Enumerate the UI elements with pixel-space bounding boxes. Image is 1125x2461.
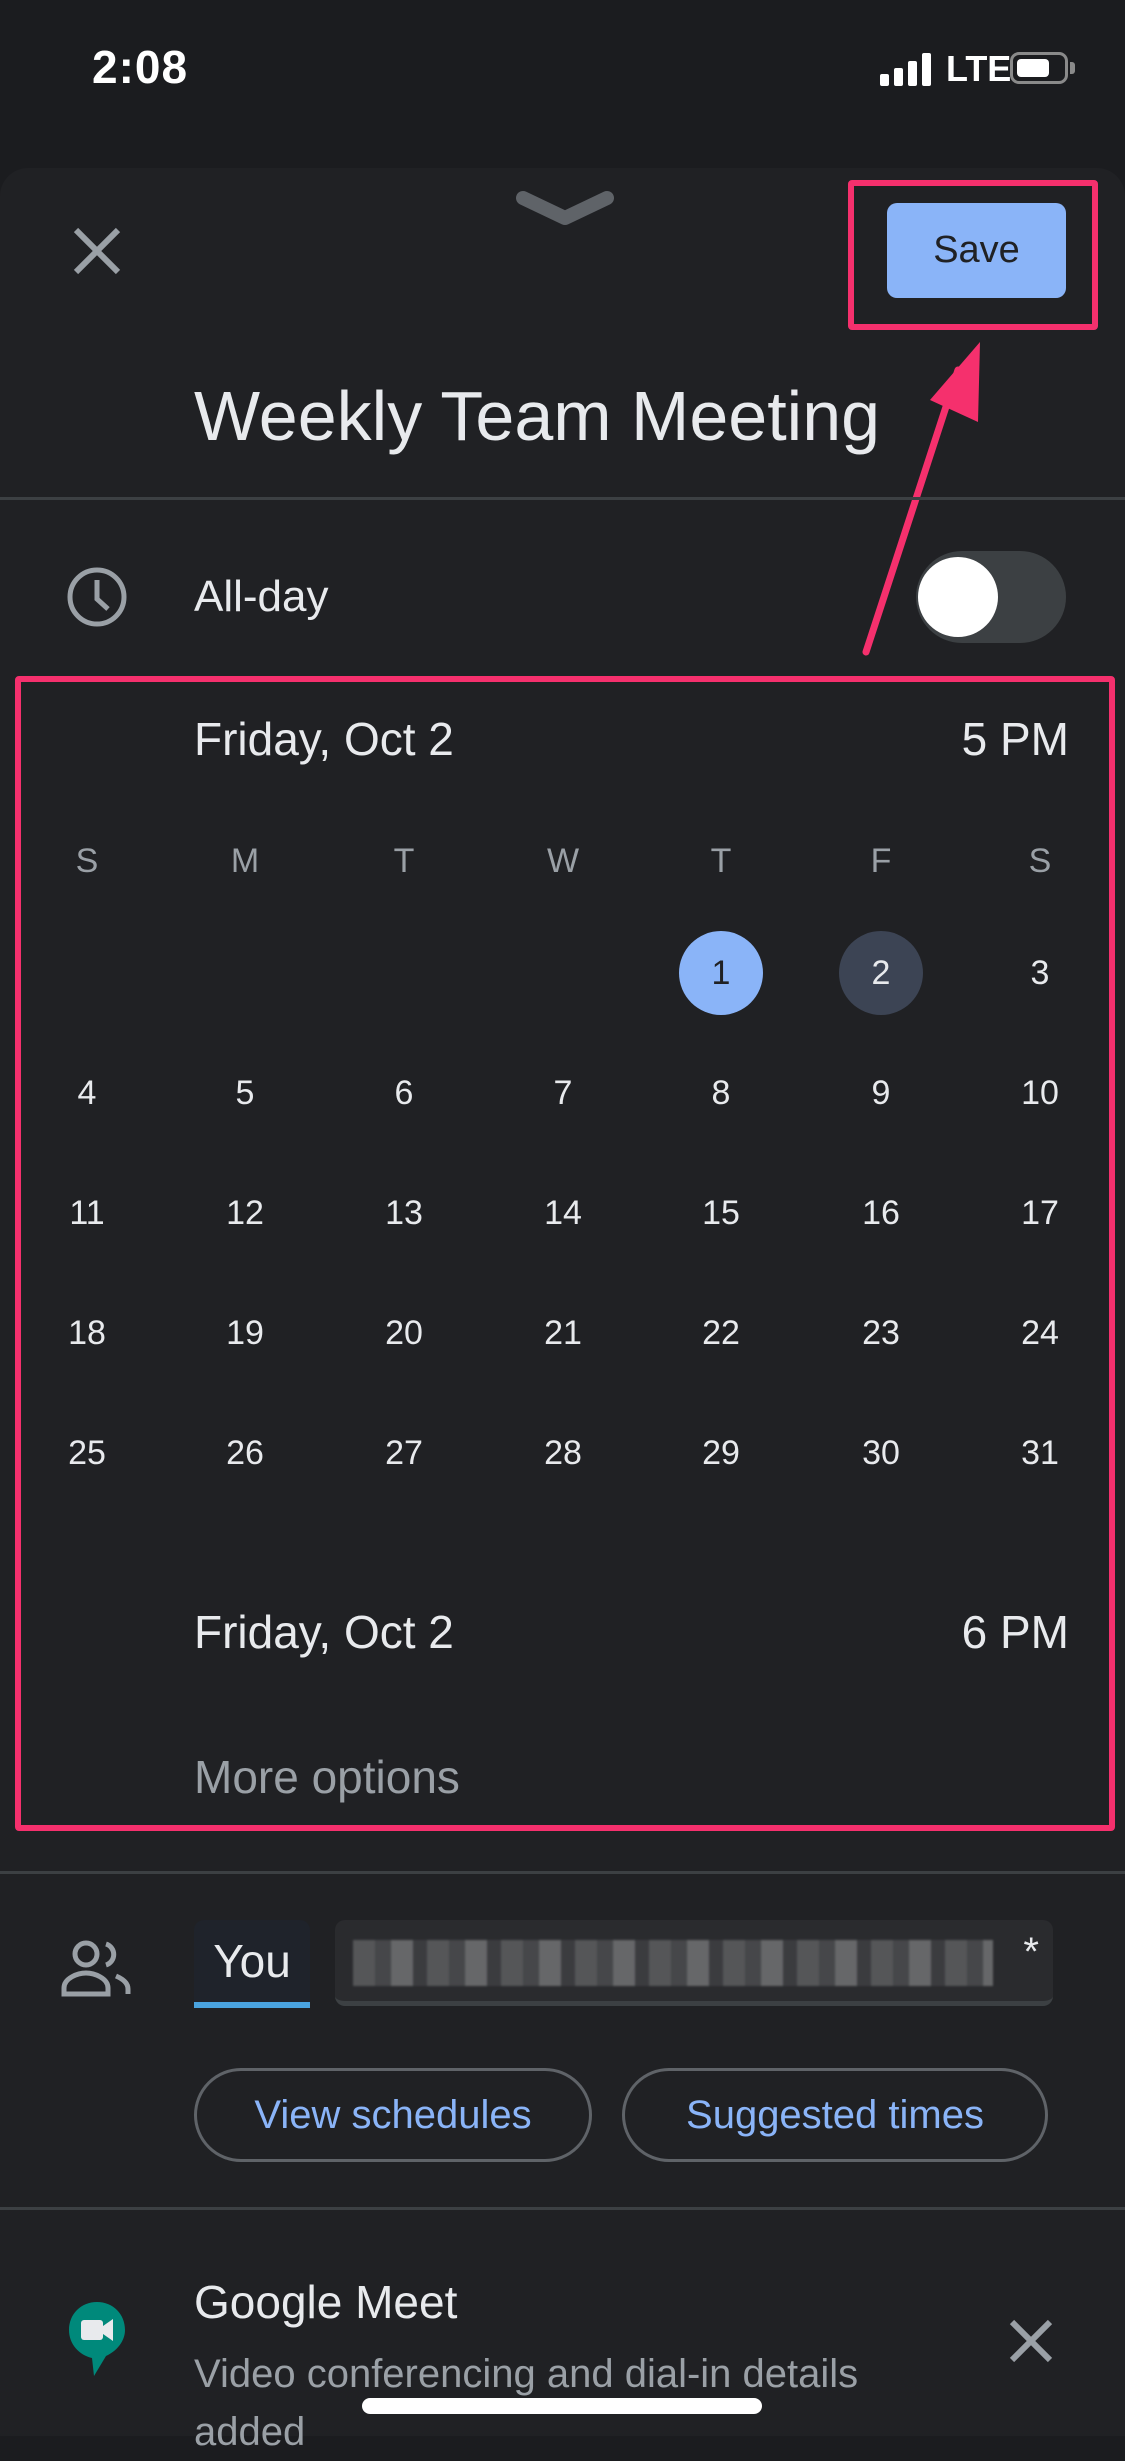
calendar-day[interactable]: 10 <box>998 1051 1082 1135</box>
event-title[interactable]: Weekly Team Meeting <box>194 376 880 456</box>
collapse-sheet-button[interactable] <box>515 190 615 230</box>
start-row: Friday, Oct 2 5 PM <box>194 712 1069 766</box>
close-icon <box>1009 2319 1053 2363</box>
calendar-day[interactable]: 28 <box>521 1411 605 1495</box>
calendar-day[interactable]: 13 <box>362 1171 446 1255</box>
weekday-label: S <box>75 842 99 880</box>
calendar-day[interactable]: 19 <box>203 1291 287 1375</box>
clock-icon <box>67 567 127 627</box>
close-button[interactable] <box>60 214 134 288</box>
end-time[interactable]: 6 PM <box>962 1605 1069 1659</box>
weekday-label: T <box>710 842 732 880</box>
calendar-day[interactable]: 11 <box>45 1171 129 1255</box>
start-time[interactable]: 5 PM <box>962 712 1069 766</box>
calendar-day[interactable]: 30 <box>839 1411 923 1495</box>
conferencing-title: Google Meet <box>194 2276 458 2328</box>
network-type: LTE <box>946 48 1012 89</box>
calendar-day[interactable]: 15 <box>679 1171 763 1255</box>
all-day-toggle[interactable] <box>916 551 1066 643</box>
close-icon <box>73 227 121 275</box>
divider <box>0 1871 1125 1874</box>
weekday-label: F <box>870 842 892 880</box>
weekday-label: W <box>546 842 580 880</box>
calendar-day[interactable]: 26 <box>203 1411 287 1495</box>
status-time: 2:08 <box>92 41 189 93</box>
divider <box>0 497 1125 500</box>
all-day-label: All-day <box>194 572 329 621</box>
calendar-day[interactable]: 29 <box>679 1411 763 1495</box>
toggle-knob <box>918 557 998 637</box>
end-row: Friday, Oct 2 6 PM <box>194 1605 1069 1659</box>
calendar-day[interactable]: 18 <box>45 1291 129 1375</box>
calendar-day[interactable]: 31 <box>998 1411 1082 1495</box>
google-meet-icon <box>69 2302 125 2376</box>
weekday-label: M <box>230 842 260 880</box>
calendar-day[interactable]: 20 <box>362 1291 446 1375</box>
calendar-day[interactable]: 17 <box>998 1171 1082 1255</box>
people-icon <box>61 1940 131 1997</box>
home-indicator[interactable] <box>362 2398 762 2414</box>
end-date[interactable]: Friday, Oct 2 <box>194 1605 454 1659</box>
battery-tip <box>1070 62 1075 74</box>
guest-chip-you[interactable]: You <box>194 1920 310 2008</box>
calendar-day[interactable]: 3 <box>998 931 1082 1015</box>
calendar-day[interactable]: 24 <box>998 1291 1082 1375</box>
redacted-email <box>353 1940 993 1986</box>
start-date[interactable]: Friday, Oct 2 <box>194 712 454 766</box>
required-marker: * <box>1023 1930 1039 1974</box>
divider <box>0 2207 1125 2210</box>
calendar-day[interactable]: 6 <box>362 1051 446 1135</box>
weekday-label: T <box>393 842 415 880</box>
calendar-day-selected[interactable]: 2 <box>839 931 923 1015</box>
guest-input[interactable]: * <box>335 1920 1053 2006</box>
calendar-day[interactable]: 23 <box>839 1291 923 1375</box>
calendar-day[interactable]: 7 <box>521 1051 605 1135</box>
calendar-day[interactable]: 16 <box>839 1171 923 1255</box>
calendar-day[interactable]: 25 <box>45 1411 129 1495</box>
battery-icon <box>1010 52 1068 84</box>
calendar-day[interactable]: 4 <box>45 1051 129 1135</box>
calendar-day[interactable]: 14 <box>521 1171 605 1255</box>
calendar-day[interactable]: 12 <box>203 1171 287 1255</box>
save-button[interactable]: Save <box>887 203 1066 298</box>
calendar-day[interactable]: 21 <box>521 1291 605 1375</box>
calendar-day-today[interactable]: 1 <box>679 931 763 1015</box>
view-schedules-button[interactable]: View schedules <box>194 2068 592 2162</box>
calendar-day[interactable]: 8 <box>679 1051 763 1135</box>
calendar-day[interactable]: 9 <box>839 1051 923 1135</box>
calendar-day[interactable]: 22 <box>679 1291 763 1375</box>
remove-conferencing-button[interactable] <box>1000 2310 1062 2372</box>
weekday-label: S <box>1028 842 1052 880</box>
calendar-day[interactable]: 27 <box>362 1411 446 1495</box>
calendar-day[interactable]: 5 <box>203 1051 287 1135</box>
battery-level <box>1017 59 1049 77</box>
signal-icon <box>880 52 934 86</box>
suggested-times-button[interactable]: Suggested times <box>622 2068 1048 2162</box>
chevron-down-icon <box>516 191 614 225</box>
more-options-link[interactable]: More options <box>194 1750 460 1804</box>
